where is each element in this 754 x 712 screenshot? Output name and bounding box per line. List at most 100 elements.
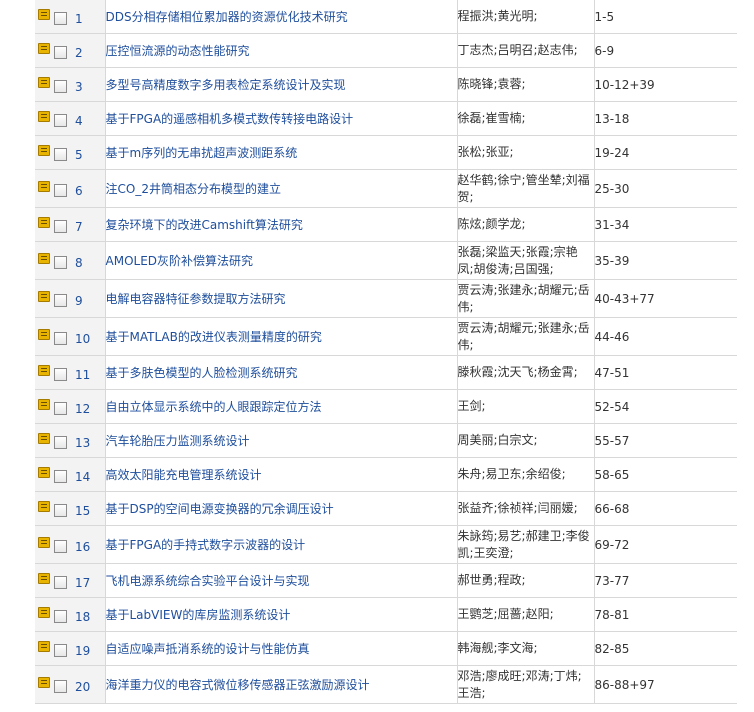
row-checkbox[interactable]: [54, 183, 67, 197]
article-title-link[interactable]: 基于DSP的空间电源变换器的冗余调压设计: [106, 502, 334, 516]
row-checkbox[interactable]: [54, 575, 67, 589]
article-title-link[interactable]: 基于LabVIEW的库房监测系统设计: [106, 608, 291, 622]
article-title-link[interactable]: 基于FPGA的遥感相机多模式数传转接电路设计: [106, 112, 354, 126]
row-checkbox[interactable]: [54, 147, 67, 161]
row-checkbox-cell: [53, 355, 73, 390]
row-checkbox[interactable]: [54, 255, 67, 269]
favorite-folder-icon[interactable]: [38, 216, 50, 228]
article-title-link[interactable]: 自由立体显示系统中的人眼跟踪定位方法: [106, 400, 322, 414]
favorite-folder-icon[interactable]: [38, 76, 50, 88]
row-checkbox[interactable]: [54, 11, 67, 25]
row-checkbox[interactable]: [54, 469, 67, 483]
article-title-link[interactable]: 汽车轮胎压力监测系统设计: [106, 434, 250, 448]
row-checkbox[interactable]: [54, 401, 67, 415]
favorite-folder-icon[interactable]: [38, 180, 50, 192]
row-checkbox[interactable]: [54, 45, 67, 59]
table-row: 14 高效太阳能充电管理系统设计 朱舟;易卫东;余绍俊; 58-65: [35, 457, 737, 492]
article-title-link[interactable]: 复杂环境下的改进Camshift算法研究: [106, 218, 303, 232]
table-row: 6 注CO_2井筒相态分布模型的建立 赵华鹤;徐宁;管坐辇;刘福贺; 25-30: [35, 169, 737, 208]
article-pages-cell: 13-18: [594, 101, 737, 136]
article-title-link[interactable]: 基于FPGA的手持式数字示波器的设计: [106, 538, 306, 552]
row-checkbox[interactable]: [54, 679, 67, 693]
favorite-folder-icon[interactable]: [38, 640, 50, 652]
article-pages-cell: 86-88+97: [594, 665, 737, 704]
article-pages: 35-39: [594, 253, 630, 268]
article-authors-cell: 陈晓锋;袁蓉;: [457, 67, 595, 102]
article-title-link[interactable]: 注CO_2井筒相态分布模型的建立: [106, 182, 281, 196]
article-authors-cell: 朱詠筠;易艺;郝建卫;李俊凯;王奕澄;: [457, 525, 595, 564]
article-title-link[interactable]: 高效太阳能充电管理系统设计: [106, 468, 262, 482]
favorite-folder-icon[interactable]: [38, 364, 50, 376]
favorite-folder-icon[interactable]: [38, 536, 50, 548]
row-number-cell: 18: [73, 597, 106, 632]
article-title-link[interactable]: DDS分相存储相位累加器的资源优化技术研究: [106, 10, 348, 24]
row-checkbox[interactable]: [54, 643, 67, 657]
article-title-cell: 压控恒流源的动态性能研究: [105, 33, 458, 68]
article-authors-cell: 张松;张亚;: [457, 135, 595, 170]
row-checkbox[interactable]: [54, 503, 67, 517]
article-title-cell: 基于MATLAB的改进仪表测量精度的研究: [105, 317, 458, 356]
article-pages-cell: 55-57: [594, 423, 737, 458]
row-checkbox[interactable]: [54, 331, 67, 345]
article-authors: 贾云涛;胡耀元;张建永;岳伟;: [457, 320, 590, 352]
article-title-cell: 汽车轮胎压力监测系统设计: [105, 423, 458, 458]
article-table: 1 DDS分相存储相位累加器的资源优化技术研究 程振洪;黄光明; 1-5 2 压控恒流源的…: [35, 0, 737, 704]
row-number: 4: [75, 113, 83, 128]
row-icon-cell: [35, 563, 53, 598]
article-authors-cell: 徐磊;崔雪楠;: [457, 101, 595, 136]
row-number: 3: [75, 79, 83, 94]
row-checkbox[interactable]: [54, 79, 67, 93]
row-icon-cell: [35, 355, 53, 390]
row-checkbox-cell: [53, 169, 73, 208]
favorite-folder-icon[interactable]: [38, 398, 50, 410]
favorite-folder-icon[interactable]: [38, 466, 50, 478]
row-checkbox[interactable]: [54, 609, 67, 623]
article-authors-cell: 邓浩;廖成旺;邓涛;丁炜;王浩;: [457, 665, 595, 704]
favorite-folder-icon[interactable]: [38, 676, 50, 688]
row-checkbox[interactable]: [54, 367, 67, 381]
row-number-cell: 5: [73, 135, 106, 170]
table-row: 20 海洋重力仪的电容式微位移传感器正弦激励源设计 邓浩;廖成旺;邓涛;丁炜;王浩;…: [35, 665, 737, 704]
article-title-link[interactable]: 自适应噪声抵消系统的设计与性能仿真: [106, 642, 310, 656]
row-checkbox[interactable]: [54, 219, 67, 233]
article-title-cell: 基于m序列的无串扰超声波测距系统: [105, 135, 458, 170]
article-title-link[interactable]: 飞机电源系统综合实验平台设计与实现: [106, 574, 310, 588]
favorite-folder-icon[interactable]: [38, 110, 50, 122]
row-icon-cell: [35, 67, 53, 102]
row-checkbox-cell: [53, 563, 73, 598]
article-title-link[interactable]: 基于MATLAB的改进仪表测量精度的研究: [106, 330, 322, 344]
favorite-folder-icon[interactable]: [38, 252, 50, 264]
favorite-folder-icon[interactable]: [38, 42, 50, 54]
article-title-cell: 多型号高精度数字多用表检定系统设计及实现: [105, 67, 458, 102]
article-title-link[interactable]: 基于m序列的无串扰超声波测距系统: [106, 146, 298, 160]
row-number: 7: [75, 219, 83, 234]
article-authors: 陈炫;颜学龙;: [457, 217, 526, 231]
row-checkbox[interactable]: [54, 293, 67, 307]
article-title-link[interactable]: 压控恒流源的动态性能研究: [106, 44, 250, 58]
favorite-folder-icon[interactable]: [38, 572, 50, 584]
favorite-folder-icon[interactable]: [38, 290, 50, 302]
row-checkbox[interactable]: [54, 539, 67, 553]
favorite-folder-icon[interactable]: [38, 144, 50, 156]
row-number-cell: 6: [73, 169, 106, 208]
row-number-cell: 1: [73, 0, 106, 34]
article-authors-cell: 贾云涛;张建永;胡耀元;岳伟;: [457, 279, 595, 318]
row-checkbox[interactable]: [54, 113, 67, 127]
article-title-link[interactable]: 电解电容器特征参数提取方法研究: [106, 292, 286, 306]
row-checkbox[interactable]: [54, 435, 67, 449]
article-pages: 69-72: [594, 537, 630, 552]
article-authors: 王鹦芝;屈蔷;赵阳;: [457, 607, 554, 621]
favorite-folder-icon[interactable]: [38, 606, 50, 618]
article-title-link[interactable]: AMOLED灰阶补偿算法研究: [106, 254, 254, 268]
article-authors: 贾云涛;张建永;胡耀元;岳伟;: [457, 282, 590, 314]
favorite-folder-icon[interactable]: [38, 500, 50, 512]
row-number: 8: [75, 255, 83, 270]
table-row: 1 DDS分相存储相位累加器的资源优化技术研究 程振洪;黄光明; 1-5: [35, 0, 737, 34]
article-title-link[interactable]: 基于多肤色模型的人脸检测系统研究: [106, 366, 298, 380]
favorite-folder-icon[interactable]: [38, 432, 50, 444]
article-title-link[interactable]: 海洋重力仪的电容式微位移传感器正弦激励源设计: [106, 678, 370, 692]
article-title-link[interactable]: 多型号高精度数字多用表检定系统设计及实现: [106, 78, 346, 92]
row-number: 17: [75, 575, 91, 590]
favorite-folder-icon[interactable]: [38, 328, 50, 340]
favorite-folder-icon[interactable]: [38, 8, 50, 20]
